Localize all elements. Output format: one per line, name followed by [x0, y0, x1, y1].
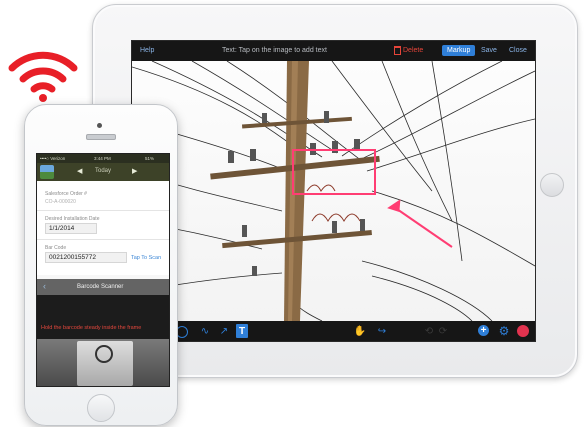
divider: [37, 239, 169, 240]
scanner-title: Barcode Scanner: [77, 284, 124, 290]
save-button[interactable]: Save: [481, 47, 497, 54]
toolbar-title: Text: Tap on the image to add text: [222, 47, 327, 54]
iphone-camera: [97, 123, 102, 128]
battery-label: 51%: [145, 156, 155, 161]
multitouch-icon[interactable]: ✋: [354, 324, 366, 338]
wifi-icon: [8, 51, 78, 102]
freehand-tool-icon[interactable]: ∿: [197, 324, 213, 338]
nav-bar: ◀ Today ▶: [37, 163, 169, 181]
markup-button[interactable]: Markup: [442, 45, 476, 56]
app-logo-icon: [40, 165, 54, 179]
back-icon[interactable]: ‹: [43, 281, 46, 291]
clock: 3:44 PM: [94, 156, 111, 161]
next-day-button[interactable]: ▶: [132, 167, 137, 175]
date-label: Desired Installation Date: [45, 216, 100, 222]
tap-to-scan-link[interactable]: Tap To Scan: [131, 255, 161, 261]
annotation-rectangle[interactable]: [292, 149, 376, 195]
help-button[interactable]: Help: [140, 47, 154, 54]
trash-icon[interactable]: [394, 46, 401, 55]
iphone-speaker: [86, 134, 116, 140]
scanner-header: ‹ Barcode Scanner: [37, 279, 169, 295]
barcode-label: Bar Code: [45, 245, 67, 251]
redo-icon[interactable]: ↪: [376, 324, 388, 338]
divider: [37, 210, 169, 211]
order-form: Salesforce Order # CO-A-000020 Desired I…: [37, 181, 169, 275]
iphone-home-button[interactable]: [87, 394, 115, 422]
delete-button[interactable]: Delete: [403, 47, 423, 54]
markup-toolbar: Help Text: Tap on the image to add text …: [132, 41, 535, 61]
camera-view[interactable]: Hold the barcode steady inside the frame: [37, 295, 169, 386]
add-icon[interactable]: +: [478, 325, 489, 336]
ipad-home-button[interactable]: [540, 173, 564, 197]
close-button[interactable]: Close: [509, 47, 527, 54]
nav-title: Today: [95, 168, 112, 174]
markup-tools-bar: ∿ ↗ T ✋ ↪ ⟲ ⟳ + ⚙: [132, 321, 535, 341]
settings-icon[interactable]: ⚙: [498, 324, 510, 338]
order-value: CO-A-000020: [45, 199, 76, 205]
barcode-field[interactable]: 0021200155772: [45, 252, 127, 263]
date-field[interactable]: 1/1/2014: [45, 223, 97, 234]
forward-icon[interactable]: ⟳: [436, 324, 450, 338]
order-label: Salesforce Order #: [45, 191, 87, 197]
status-bar: ••••○ Verizon 3:44 PM 51%: [37, 154, 169, 163]
undo-icon[interactable]: ⟲: [422, 324, 436, 338]
text-tool-icon[interactable]: T: [236, 324, 248, 338]
annotation-arrow[interactable]: [393, 206, 453, 248]
carrier-label: ••••○ Verizon: [40, 156, 66, 161]
arrow-tool-icon[interactable]: ↗: [218, 324, 230, 338]
hand-icon[interactable]: [517, 325, 529, 337]
iphone-screen: ••••○ Verizon 3:44 PM 51% ◀ Today ▶ Sale…: [36, 153, 170, 387]
scanner-hint: Hold the barcode steady inside the frame: [41, 325, 142, 331]
seal-icon: [95, 345, 113, 363]
prev-day-button[interactable]: ◀: [77, 167, 82, 175]
